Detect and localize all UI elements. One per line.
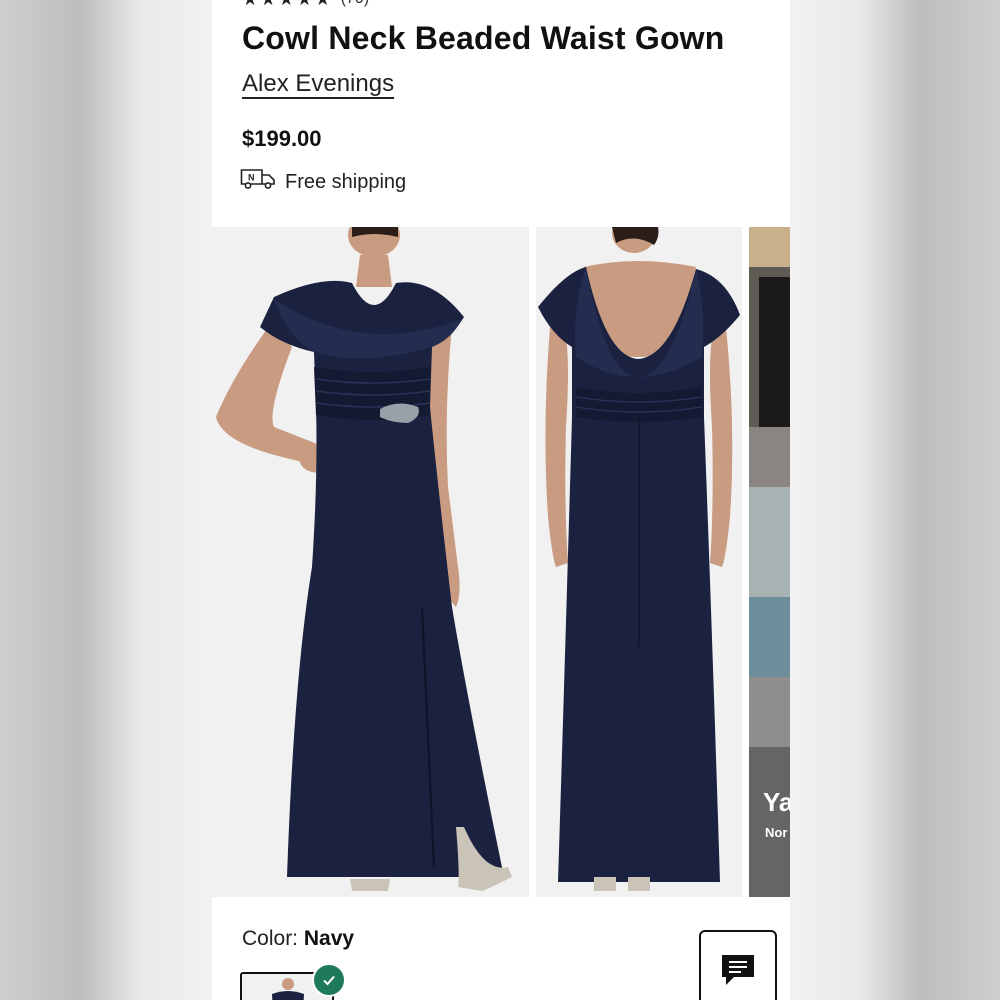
shipping-info: N Free shipping [240, 168, 406, 196]
shipping-text: Free shipping [285, 170, 407, 193]
star-icon: ★ [296, 0, 312, 8]
video-overlay-subtitle: Nor [765, 825, 788, 840]
color-label: Color: Navy [242, 927, 354, 951]
star-icon: ★ [278, 0, 294, 8]
star-icon: ★ [315, 0, 331, 8]
product-price: $199.00 [242, 126, 322, 151]
star-icon: ★ [242, 0, 258, 8]
check-icon [312, 963, 346, 997]
delivery-truck-icon: N [240, 168, 276, 196]
color-selected-value: Navy [303, 927, 355, 950]
chat-icon [720, 953, 756, 992]
chat-button[interactable] [699, 930, 777, 1000]
gallery-image-front[interactable] [212, 227, 529, 897]
rating[interactable]: ★ ★ ★ ★ ★ (70) [242, 0, 369, 8]
gallery-image-back[interactable] [536, 227, 742, 897]
truck-letter: N [248, 173, 255, 183]
video-overlay-title: Ya [763, 787, 790, 817]
rating-count[interactable]: (70) [341, 0, 369, 8]
product-page: ★ ★ ★ ★ ★ (70) Cowl Neck Beaded Waist Go… [212, 0, 790, 1000]
color-label-text: Color: [242, 927, 304, 950]
image-gallery[interactable]: Ya Nor [212, 227, 790, 897]
gallery-image-video[interactable]: Ya Nor [749, 227, 790, 897]
brand-link[interactable]: Alex Evenings [242, 70, 394, 98]
product-title: Cowl Neck Beaded Waist Gown [242, 20, 725, 56]
star-icon: ★ [260, 0, 276, 8]
